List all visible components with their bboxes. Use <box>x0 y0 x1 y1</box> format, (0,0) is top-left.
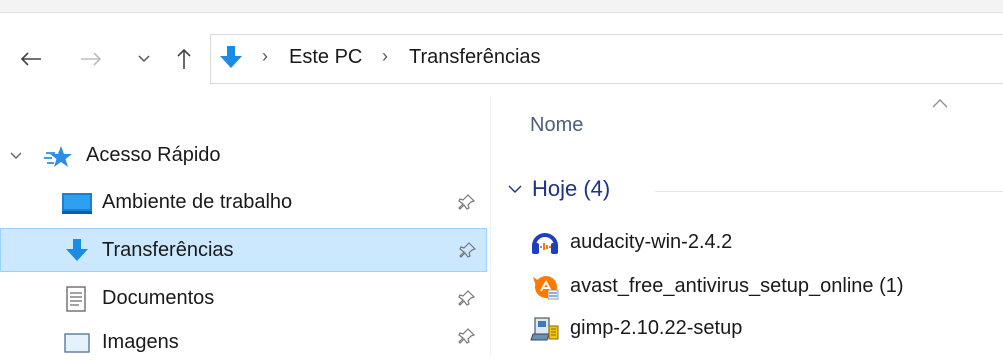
group-header-today[interactable]: Hoje (4) <box>508 176 610 202</box>
sort-ascending-icon <box>932 99 948 108</box>
forward-button[interactable] <box>74 44 108 74</box>
nav-item-desktop[interactable]: Ambiente de trabalho <box>0 185 487 221</box>
nav-item-label: Imagens <box>102 331 179 353</box>
breadcrumb-separator-icon[interactable]: › <box>262 46 268 67</box>
pin-icon[interactable] <box>458 193 476 211</box>
group-divider <box>655 191 1003 192</box>
back-arrow-icon <box>20 52 41 66</box>
file-row[interactable]: audacity-win-2.4.2 <box>530 226 732 258</box>
pane-divider[interactable] <box>490 96 491 356</box>
avast-icon <box>533 276 559 300</box>
nav-item-downloads[interactable]: Transferências <box>0 228 487 272</box>
star-icon <box>44 146 72 167</box>
nav-item-pictures[interactable]: Imagens <box>0 325 487 361</box>
ribbon-edge <box>0 0 1003 13</box>
pin-icon[interactable] <box>458 289 476 307</box>
pin-icon[interactable] <box>458 327 476 345</box>
column-header-name[interactable]: Nome <box>530 114 583 137</box>
pin-icon[interactable] <box>459 241 477 259</box>
installer-icon <box>530 317 559 341</box>
documents-icon <box>66 286 86 312</box>
breadcrumb-separator-icon[interactable]: › <box>382 46 388 67</box>
up-button[interactable] <box>172 44 196 74</box>
audacity-icon <box>532 233 558 254</box>
nav-item-label: Documentos <box>102 287 215 309</box>
chevron-down-icon <box>508 185 522 193</box>
downloads-icon <box>66 239 88 261</box>
chevron-down-icon[interactable] <box>10 152 22 160</box>
breadcrumb-transferencias[interactable]: Transferências <box>409 46 541 69</box>
chevron-down-icon <box>138 55 150 63</box>
nav-quick-access[interactable]: Acesso Rápido <box>0 138 487 174</box>
forward-arrow-icon <box>81 52 102 66</box>
back-button[interactable] <box>14 44 48 74</box>
file-row[interactable]: gimp-2.10.22-setup <box>530 312 742 344</box>
file-name: audacity-win-2.4.2 <box>570 230 733 253</box>
file-name: avast_free_antivirus_setup_online (1) <box>570 274 904 297</box>
nav-item-label: Ambiente de trabalho <box>102 191 293 213</box>
file-name: gimp-2.10.22-setup <box>570 316 743 339</box>
desktop-icon <box>62 193 92 214</box>
up-arrow-icon <box>177 48 191 69</box>
group-label: Hoje (4) <box>532 176 611 201</box>
recent-locations-button[interactable] <box>134 44 154 74</box>
nav-item-documents[interactable]: Documentos <box>0 281 487 317</box>
downloads-folder-icon <box>219 45 243 74</box>
file-row[interactable]: avast_free_antivirus_setup_online (1) <box>530 270 904 302</box>
breadcrumb-este-pc[interactable]: Este PC <box>289 46 362 69</box>
nav-quick-access-label: Acesso Rápido <box>86 144 221 166</box>
nav-item-label: Transferências <box>102 239 234 261</box>
pictures-icon <box>64 333 90 353</box>
